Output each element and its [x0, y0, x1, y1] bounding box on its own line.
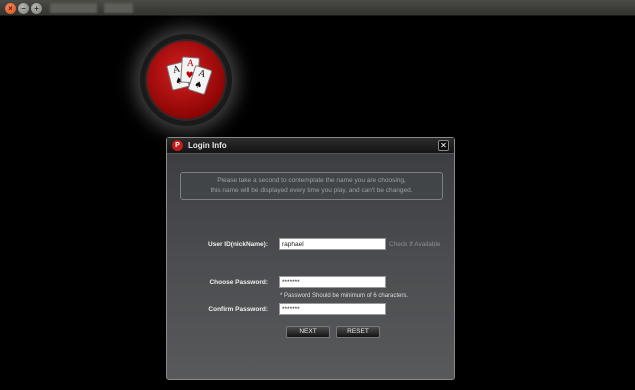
user-id-input[interactable] [279, 238, 386, 250]
choose-password-label: Choose Password: [209, 279, 268, 286]
dialog-title: Login Info [188, 141, 227, 150]
check-availability-link[interactable]: Check If Available [389, 241, 441, 248]
notice-line: this name will be displayed every time y… [210, 187, 413, 194]
window-titlebar: × − + [0, 0, 635, 16]
login-info-dialog: P Login Info ✕ Please take a second to c… [166, 137, 455, 380]
dialog-header: P Login Info ✕ [167, 138, 454, 154]
notice-line: Please take a second to contemplate the … [217, 177, 406, 184]
reset-button[interactable]: RESET [336, 326, 380, 338]
app-logo: A ♠ A ♥ A ♠ [140, 34, 232, 126]
password-hint: * Password Should be minimum of 6 charac… [280, 293, 409, 299]
window-title-blurred-2 [104, 3, 133, 13]
window-close-button[interactable]: × [5, 3, 16, 14]
confirm-password-input[interactable] [279, 303, 386, 315]
logo-badge: A ♠ A ♥ A ♠ [145, 39, 227, 121]
confirm-password-label: Confirm Password: [208, 306, 268, 313]
poker-app-icon: P [172, 140, 183, 151]
window-maximize-button[interactable]: + [31, 3, 42, 14]
window-title-blurred [50, 3, 97, 13]
window-minimize-button[interactable]: − [18, 3, 29, 14]
name-notice-box: Please take a second to contemplate the … [180, 172, 443, 200]
next-button[interactable]: NEXT [286, 326, 330, 338]
user-id-label: User ID(nickName): [208, 241, 268, 248]
choose-password-input[interactable] [279, 276, 386, 288]
dialog-close-button[interactable]: ✕ [438, 140, 449, 151]
